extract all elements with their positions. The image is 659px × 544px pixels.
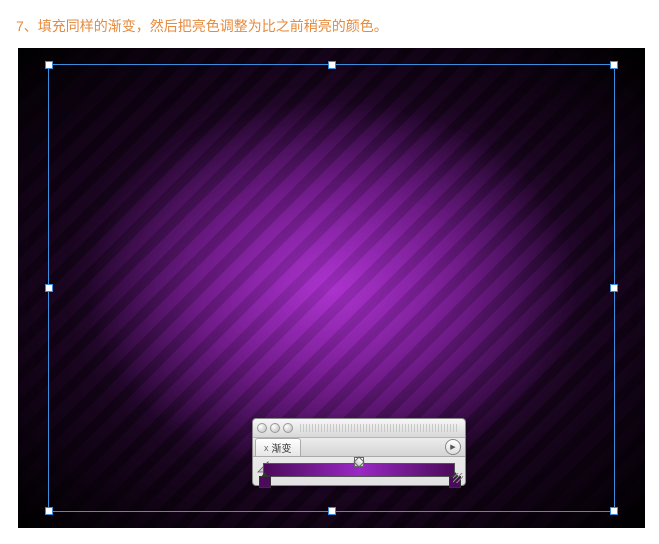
panel-resize-grip[interactable] — [453, 473, 463, 483]
play-icon: ▶ — [450, 443, 455, 451]
tab-gradient[interactable]: x 渐变 — [255, 438, 301, 456]
window-button-zoom[interactable] — [283, 423, 293, 433]
gradient-midpoint-handle[interactable] — [354, 457, 364, 467]
artboard-container: x 渐变 ▶ — [18, 48, 645, 528]
gradient-ramp[interactable] — [263, 463, 455, 477]
step-instruction: 7、填充同样的渐变，然后把亮色调整为比之前稍亮的颜色。 — [16, 16, 643, 36]
gradient-panel[interactable]: x 渐变 ▶ — [252, 418, 466, 486]
tab-close-icon[interactable]: x — [264, 443, 269, 453]
panel-body — [253, 457, 465, 485]
gradient-stop-left-swatch — [259, 476, 271, 488]
window-button-close[interactable] — [257, 423, 267, 433]
panel-drag-grip[interactable] — [300, 424, 457, 432]
panel-tab-row: x 渐变 ▶ — [253, 438, 465, 457]
panel-titlebar[interactable] — [253, 419, 465, 438]
window-button-minimize[interactable] — [270, 423, 280, 433]
panel-menu-button[interactable]: ▶ — [445, 439, 461, 455]
tab-label: 渐变 — [272, 440, 292, 455]
gradient-stop-left[interactable] — [259, 476, 269, 488]
